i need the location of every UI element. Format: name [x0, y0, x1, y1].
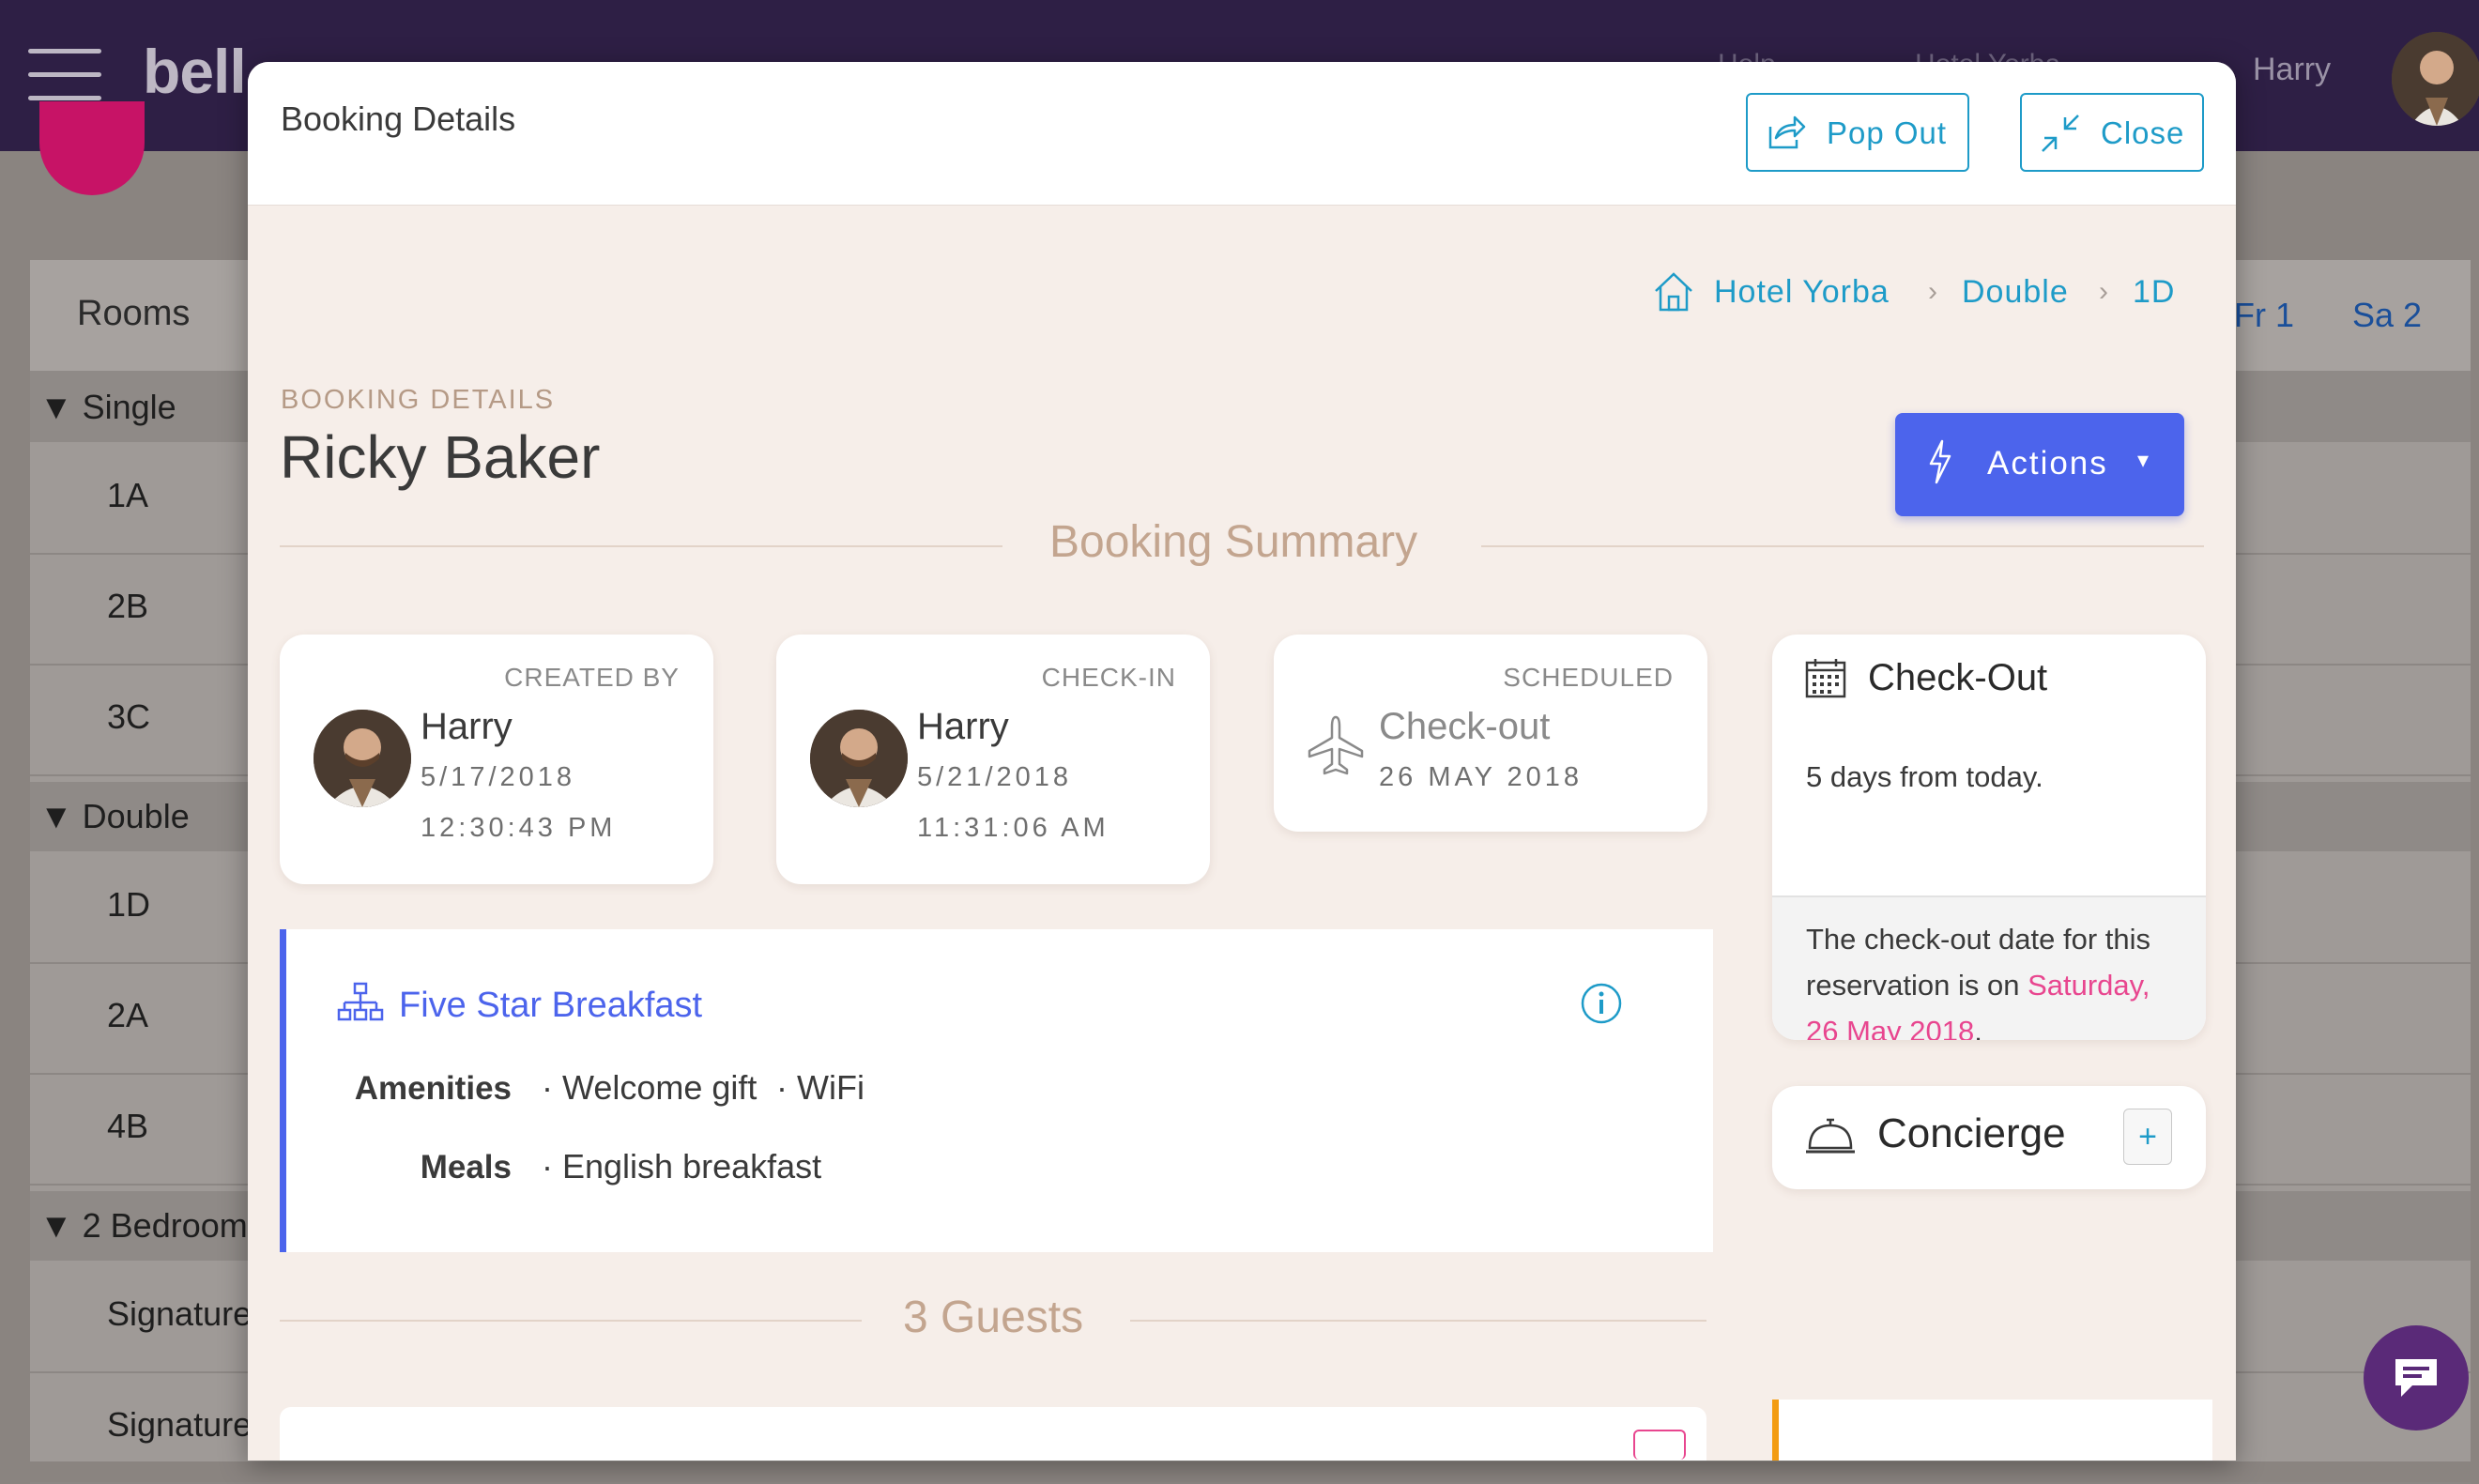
- breadcrumb-separator: ›: [1928, 276, 1937, 307]
- actions-dropdown-button[interactable]: Actions ▾: [1895, 413, 2184, 516]
- check-in-card: CHECK-IN Harry 5/21/2018 11:31:06 AM: [776, 635, 1210, 884]
- section-eyebrow: BOOKING DETAILS: [281, 385, 556, 415]
- close-button[interactable]: Close: [2020, 93, 2204, 172]
- add-booking-fab[interactable]: [39, 101, 145, 195]
- airplane-icon: [1308, 715, 1364, 775]
- room-label: 2B: [107, 587, 149, 625]
- info-icon[interactable]: [1580, 982, 1623, 1025]
- check-out-note: The check-out date for this reservation …: [1772, 895, 2206, 1040]
- package-title[interactable]: Five Star Breakfast: [399, 986, 702, 1026]
- sitemap-icon: [337, 982, 384, 1021]
- divider-line: [280, 1320, 862, 1322]
- calendar-icon: [1805, 659, 1846, 698]
- side-card-orange: [1772, 1400, 2212, 1461]
- concierge-title: Concierge: [1877, 1110, 2066, 1156]
- check-out-note-text: The check-out date for this reservation …: [1806, 916, 2178, 1040]
- check-out-card: Check-Out 5 days from today. The check-o…: [1772, 635, 2206, 1040]
- home-icon: [1655, 272, 1692, 312]
- divider-line: [1481, 545, 2204, 547]
- chat-fab[interactable]: [2364, 1325, 2469, 1430]
- avatar: [314, 710, 411, 807]
- close-label: Close: [2101, 115, 2185, 150]
- caret-down-icon: ▾: [2137, 448, 2151, 473]
- breadcrumb: Hotel Yorba › Double › 1D: [1652, 270, 2215, 317]
- breadcrumb-hotel[interactable]: Hotel Yorba: [1714, 274, 1890, 311]
- breadcrumb-room[interactable]: 1D: [2133, 274, 2175, 311]
- divider-line: [1130, 1320, 1706, 1322]
- breadcrumb-separator: ›: [2099, 276, 2108, 307]
- group-label: ▼ 2 Bedroom: [39, 1206, 248, 1245]
- created-by-card: CREATED BY Harry 5/17/2018 12:30:43 PM: [280, 635, 713, 884]
- group-label: ▼ Single: [39, 388, 176, 426]
- compress-icon: [2042, 115, 2079, 152]
- room-label: 3C: [107, 697, 151, 736]
- creator-name: Harry: [421, 706, 513, 747]
- meal-item: · English breakfast: [542, 1147, 822, 1186]
- room-label: 1A: [107, 476, 149, 514]
- scheduled-date: 26 MAY 2018: [1379, 762, 1584, 792]
- divider-line: [280, 545, 1002, 547]
- chat-icon: [2395, 1359, 2437, 1397]
- check-in-caption: CHECK-IN: [1041, 663, 1176, 692]
- actions-label: Actions: [1987, 445, 2108, 482]
- room-label: 2A: [107, 996, 149, 1034]
- scheduled-label: Check-out: [1379, 706, 1551, 747]
- modal-header: Booking Details Pop Out Close: [248, 62, 2236, 206]
- guest-card-badge[interactable]: [1633, 1430, 1686, 1460]
- app-logo[interactable]: bell: [143, 36, 247, 107]
- scheduled-caption: SCHEDULED: [1503, 663, 1674, 692]
- created-time: 12:30:43 PM: [421, 813, 617, 843]
- package-panel: Five Star Breakfast Amenities · Welcome …: [280, 929, 1713, 1252]
- guest-card: [280, 1407, 1706, 1461]
- guest-name: Ricky Baker: [280, 423, 601, 491]
- booking-summary-title: Booking Summary: [1049, 517, 1418, 567]
- pop-out-label: Pop Out: [1827, 115, 1948, 150]
- user-name[interactable]: Harry: [2253, 52, 2331, 88]
- modal-title: Booking Details: [281, 99, 516, 138]
- room-label: 4B: [107, 1107, 149, 1145]
- hamburger-menu-icon[interactable]: [28, 49, 101, 101]
- scheduled-card: SCHEDULED Check-out 26 MAY 2018: [1274, 635, 1707, 832]
- breadcrumb-room-type[interactable]: Double: [1962, 274, 2069, 311]
- rooms-header: Rooms: [77, 294, 191, 333]
- note-suffix: .: [1974, 1015, 1982, 1040]
- service-bell-icon: [1806, 1118, 1855, 1154]
- pop-out-button[interactable]: Pop Out: [1746, 93, 1969, 172]
- room-label: Signature: [107, 1294, 252, 1333]
- user-avatar[interactable]: [2392, 32, 2479, 126]
- check-out-subtitle: 5 days from today.: [1806, 760, 2043, 793]
- concierge-card: Concierge +: [1772, 1086, 2206, 1189]
- amenity-item: · Welcome gift: [542, 1068, 757, 1107]
- avatar: [810, 710, 908, 807]
- room-label: Signature: [107, 1405, 252, 1444]
- meals-label: Meals: [420, 1149, 512, 1186]
- amenity-item: · WiFi: [776, 1068, 865, 1107]
- share-out-icon: [1768, 115, 1806, 149]
- room-label: 1D: [107, 885, 151, 924]
- check-in-time: 11:31:06 AM: [917, 813, 1109, 843]
- add-concierge-button[interactable]: +: [2123, 1109, 2172, 1165]
- created-date: 5/17/2018: [421, 762, 576, 792]
- created-by-caption: CREATED BY: [504, 663, 680, 692]
- check-in-agent-name: Harry: [917, 706, 1009, 747]
- amenities-label: Amenities: [354, 1070, 512, 1107]
- check-in-date: 5/21/2018: [917, 762, 1073, 792]
- booking-details-modal: Booking Details Pop Out Close Hotel Yorb…: [248, 62, 2236, 1461]
- check-out-title: Check-Out: [1868, 657, 2048, 698]
- group-label: ▼ Double: [39, 797, 190, 835]
- guests-title: 3 Guests: [903, 1293, 1084, 1342]
- lightning-icon: [1929, 439, 1951, 484]
